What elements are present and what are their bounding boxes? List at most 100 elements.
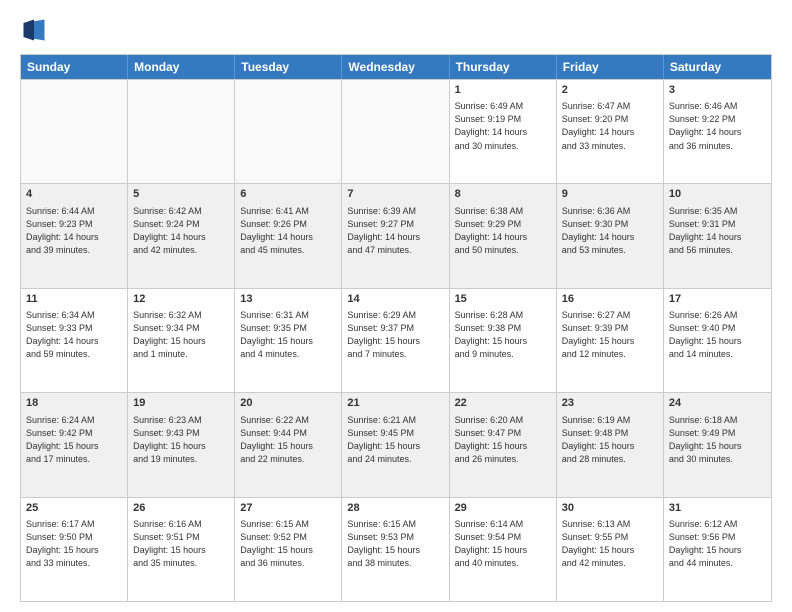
day-number: 26 [133,501,229,516]
day-info: Sunrise: 6:22 AM Sunset: 9:44 PM Dayligh… [240,414,336,466]
calendar-header-saturday: Saturday [664,55,771,79]
calendar-day-9: 9 Sunrise: 6:36 AM Sunset: 9:30 PM Daylig… [557,184,664,287]
day-number: 1 [455,83,551,98]
calendar-empty-cell [342,80,449,183]
day-info: Sunrise: 6:14 AM Sunset: 9:54 PM Dayligh… [455,518,551,570]
day-number: 9 [562,187,658,202]
day-info: Sunrise: 6:31 AM Sunset: 9:35 PM Dayligh… [240,309,336,361]
day-number: 23 [562,396,658,411]
calendar-day-27: 27 Sunrise: 6:15 AM Sunset: 9:52 PM Dayli… [235,498,342,601]
calendar-header-friday: Friday [557,55,664,79]
calendar-day-14: 14 Sunrise: 6:29 AM Sunset: 9:37 PM Dayli… [342,289,449,392]
day-info: Sunrise: 6:36 AM Sunset: 9:30 PM Dayligh… [562,205,658,257]
calendar-header-thursday: Thursday [450,55,557,79]
day-info: Sunrise: 6:29 AM Sunset: 9:37 PM Dayligh… [347,309,443,361]
day-info: Sunrise: 6:16 AM Sunset: 9:51 PM Dayligh… [133,518,229,570]
day-info: Sunrise: 6:12 AM Sunset: 9:56 PM Dayligh… [669,518,766,570]
day-number: 20 [240,396,336,411]
day-number: 30 [562,501,658,516]
calendar-day-13: 13 Sunrise: 6:31 AM Sunset: 9:35 PM Dayli… [235,289,342,392]
day-number: 25 [26,501,122,516]
day-number: 7 [347,187,443,202]
day-number: 27 [240,501,336,516]
logo [20,16,52,44]
day-number: 3 [669,83,766,98]
day-info: Sunrise: 6:17 AM Sunset: 9:50 PM Dayligh… [26,518,122,570]
calendar-day-20: 20 Sunrise: 6:22 AM Sunset: 9:44 PM Dayli… [235,393,342,496]
calendar-day-18: 18Sunrise: 6:24 AM Sunset: 9:42 PM Dayli… [21,393,128,496]
day-number: 17 [669,292,766,307]
day-info: Sunrise: 6:26 AM Sunset: 9:40 PM Dayligh… [669,309,766,361]
day-info: Sunrise: 6:42 AM Sunset: 9:24 PM Dayligh… [133,205,229,257]
day-number: 29 [455,501,551,516]
day-number: 31 [669,501,766,516]
calendar-header: SundayMondayTuesdayWednesdayThursdayFrid… [21,55,771,79]
calendar-row-1: 1 Sunrise: 6:49 AM Sunset: 9:19 PM Daylig… [21,79,771,183]
day-number: 4 [26,187,122,202]
day-number: 5 [133,187,229,202]
day-info: Sunrise: 6:41 AM Sunset: 9:26 PM Dayligh… [240,205,336,257]
calendar-day-21: 21 Sunrise: 6:21 AM Sunset: 9:45 PM Dayli… [342,393,449,496]
calendar-day-15: 15 Sunrise: 6:28 AM Sunset: 9:38 PM Dayli… [450,289,557,392]
calendar-day-1: 1 Sunrise: 6:49 AM Sunset: 9:19 PM Daylig… [450,80,557,183]
day-number: 14 [347,292,443,307]
calendar-header-sunday: Sunday [21,55,128,79]
day-info: Sunrise: 6:24 AM Sunset: 9:42 PM Dayligh… [26,414,122,466]
calendar-day-22: 22 Sunrise: 6:20 AM Sunset: 9:47 PM Dayli… [450,393,557,496]
calendar-day-19: 19 Sunrise: 6:23 AM Sunset: 9:43 PM Dayli… [128,393,235,496]
calendar-body: 1 Sunrise: 6:49 AM Sunset: 9:19 PM Daylig… [21,79,771,601]
day-info: Sunrise: 6:46 AM Sunset: 9:22 PM Dayligh… [669,100,766,152]
day-info: Sunrise: 6:38 AM Sunset: 9:29 PM Dayligh… [455,205,551,257]
calendar-header-tuesday: Tuesday [235,55,342,79]
day-info: Sunrise: 6:34 AM Sunset: 9:33 PM Dayligh… [26,309,122,361]
calendar-empty-cell [21,80,128,183]
calendar-day-2: 2 Sunrise: 6:47 AM Sunset: 9:20 PM Daylig… [557,80,664,183]
day-number: 6 [240,187,336,202]
calendar-day-6: 6 Sunrise: 6:41 AM Sunset: 9:26 PM Daylig… [235,184,342,287]
day-number: 13 [240,292,336,307]
calendar-day-28: 28Sunrise: 6:15 AM Sunset: 9:53 PM Dayli… [342,498,449,601]
day-number: 11 [26,292,122,307]
calendar-day-31: 31 Sunrise: 6:12 AM Sunset: 9:56 PM Dayli… [664,498,771,601]
day-number: 21 [347,396,443,411]
calendar-day-25: 25 Sunrise: 6:17 AM Sunset: 9:50 PM Dayli… [21,498,128,601]
day-number: 8 [455,187,551,202]
day-number: 22 [455,396,551,411]
calendar-row-3: 11 Sunrise: 6:34 AM Sunset: 9:33 PM Dayli… [21,288,771,392]
day-number: 10 [669,187,766,202]
day-info: Sunrise: 6:49 AM Sunset: 9:19 PM Dayligh… [455,100,551,152]
day-number: 28 [347,501,443,516]
page: SundayMondayTuesdayWednesdayThursdayFrid… [0,0,792,612]
calendar-row-5: 25 Sunrise: 6:17 AM Sunset: 9:50 PM Dayli… [21,497,771,601]
day-info: Sunrise: 6:47 AM Sunset: 9:20 PM Dayligh… [562,100,658,152]
generalblue-logo-icon [20,16,48,44]
calendar-day-5: 5 Sunrise: 6:42 AM Sunset: 9:24 PM Daylig… [128,184,235,287]
day-info: Sunrise: 6:39 AM Sunset: 9:27 PM Dayligh… [347,205,443,257]
day-number: 2 [562,83,658,98]
calendar-day-26: 26 Sunrise: 6:16 AM Sunset: 9:51 PM Dayli… [128,498,235,601]
day-info: Sunrise: 6:27 AM Sunset: 9:39 PM Dayligh… [562,309,658,361]
calendar-day-8: 8 Sunrise: 6:38 AM Sunset: 9:29 PM Daylig… [450,184,557,287]
header [20,16,772,44]
calendar-row-2: 4 Sunrise: 6:44 AM Sunset: 9:23 PM Daylig… [21,183,771,287]
day-info: Sunrise: 6:23 AM Sunset: 9:43 PM Dayligh… [133,414,229,466]
day-info: Sunrise: 6:28 AM Sunset: 9:38 PM Dayligh… [455,309,551,361]
day-info: Sunrise: 6:15 AM Sunset: 9:52 PM Dayligh… [240,518,336,570]
day-info: Sunrise: 6:19 AM Sunset: 9:48 PM Dayligh… [562,414,658,466]
day-info: Sunrise: 6:44 AM Sunset: 9:23 PM Dayligh… [26,205,122,257]
calendar-day-16: 16 Sunrise: 6:27 AM Sunset: 9:39 PM Dayli… [557,289,664,392]
calendar-day-3: 3 Sunrise: 6:46 AM Sunset: 9:22 PM Daylig… [664,80,771,183]
calendar-day-17: 17 Sunrise: 6:26 AM Sunset: 9:40 PM Dayli… [664,289,771,392]
calendar-day-11: 11 Sunrise: 6:34 AM Sunset: 9:33 PM Dayli… [21,289,128,392]
day-number: 15 [455,292,551,307]
calendar-day-30: 30Sunrise: 6:13 AM Sunset: 9:55 PM Dayli… [557,498,664,601]
calendar-empty-cell [235,80,342,183]
day-info: Sunrise: 6:21 AM Sunset: 9:45 PM Dayligh… [347,414,443,466]
day-number: 19 [133,396,229,411]
day-number: 16 [562,292,658,307]
calendar-row-4: 18Sunrise: 6:24 AM Sunset: 9:42 PM Dayli… [21,392,771,496]
day-info: Sunrise: 6:20 AM Sunset: 9:47 PM Dayligh… [455,414,551,466]
calendar: SundayMondayTuesdayWednesdayThursdayFrid… [20,54,772,602]
calendar-day-10: 10Sunrise: 6:35 AM Sunset: 9:31 PM Dayli… [664,184,771,287]
calendar-day-12: 12Sunrise: 6:32 AM Sunset: 9:34 PM Dayli… [128,289,235,392]
